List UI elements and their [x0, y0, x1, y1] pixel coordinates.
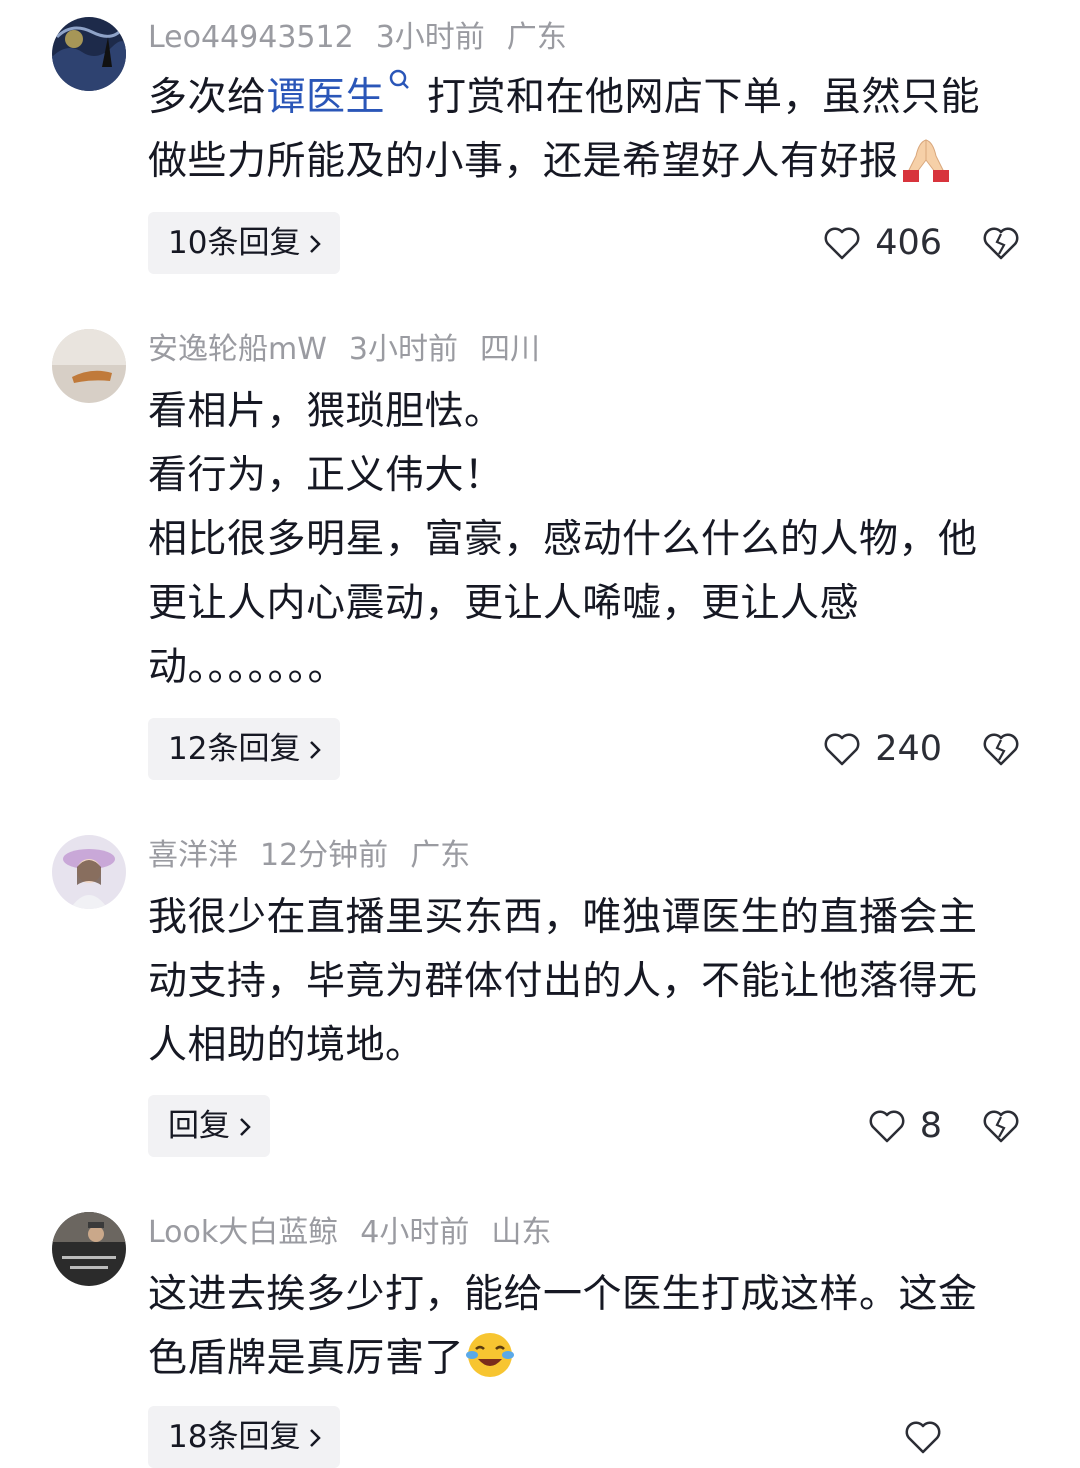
like-count: 8	[919, 1106, 942, 1146]
dislike-button[interactable]	[982, 718, 1020, 780]
timestamp: 3小时前	[375, 20, 485, 55]
timestamp: 4小时前	[360, 1215, 470, 1250]
username[interactable]: 喜洋洋	[148, 838, 238, 873]
location: 四川	[479, 332, 540, 367]
laughing-crying-emoji	[464, 1329, 516, 1399]
like-button[interactable]: 406	[823, 212, 942, 274]
comment-meta: 喜洋洋 12分钟前 广东	[148, 836, 492, 876]
comment-text: 这进去挨多少打，能给一个医生打成这样。这金 色盾牌是真厉害了	[148, 1263, 1028, 1399]
view-replies-button[interactable]: 10条回复	[148, 212, 341, 274]
comment-meta: Leo44943512 3小时前 广东	[148, 18, 589, 58]
avatar[interactable]	[52, 1212, 126, 1286]
view-replies-button[interactable]: 12条回复	[148, 718, 341, 780]
pray-emoji	[899, 134, 953, 202]
location: 广东	[410, 838, 471, 873]
avatar[interactable]	[52, 17, 126, 91]
avatar[interactable]	[52, 835, 126, 909]
chevron-right-icon	[240, 1118, 251, 1136]
heart-outline-icon	[824, 733, 860, 766]
dislike-button[interactable]	[982, 1095, 1020, 1157]
search-icon[interactable]	[387, 66, 413, 106]
location: 广东	[506, 20, 567, 55]
like-count: 406	[875, 223, 942, 263]
timestamp: 3小时前	[348, 332, 458, 367]
comment-meta: 安逸轮船mW 3小时前 四川	[148, 330, 562, 370]
view-replies-button[interactable]: 18条回复	[148, 1406, 341, 1468]
reply-button[interactable]: 回复	[148, 1095, 270, 1157]
chevron-right-icon	[310, 235, 322, 253]
like-button[interactable]: 8	[868, 1095, 942, 1157]
broken-heart-icon	[983, 227, 1019, 260]
username[interactable]: 安逸轮船mW	[148, 332, 327, 367]
comment-meta: Look大白蓝鲸 4小时前 山东	[148, 1213, 573, 1253]
chevron-right-icon	[310, 1429, 322, 1447]
heart-outline-icon	[824, 227, 860, 260]
like-button[interactable]	[904, 1406, 942, 1468]
like-count: 240	[875, 729, 942, 769]
mention-link[interactable]: 谭医生	[267, 75, 386, 120]
broken-heart-icon	[983, 733, 1019, 766]
location: 山东	[491, 1215, 552, 1250]
avatar[interactable]	[52, 329, 126, 403]
username[interactable]: Look大白蓝鲸	[148, 1215, 338, 1250]
chevron-right-icon	[310, 741, 322, 759]
like-button[interactable]: 240	[823, 718, 942, 780]
comment-text: 看相片，猥琐胆怯。 看行为，正义伟大！ 相比很多明星，富豪，感动什么什么的人物，…	[148, 389, 978, 690]
username[interactable]: Leo44943512	[148, 20, 354, 55]
broken-heart-icon	[983, 1110, 1019, 1143]
comment-text: 我很少在直播里买东西，唯独谭医生的直播会主 动支持，毕竟为群体付出的人，不能让他…	[148, 895, 978, 1068]
comment-text: 多次给谭医生 打赏和在他网店下单，虽然只能 做些力所能及的小事，还是希望好人有好报	[148, 66, 1028, 202]
dislike-button[interactable]	[982, 212, 1020, 274]
heart-outline-icon	[869, 1110, 905, 1143]
timestamp: 12分钟前	[260, 838, 389, 873]
